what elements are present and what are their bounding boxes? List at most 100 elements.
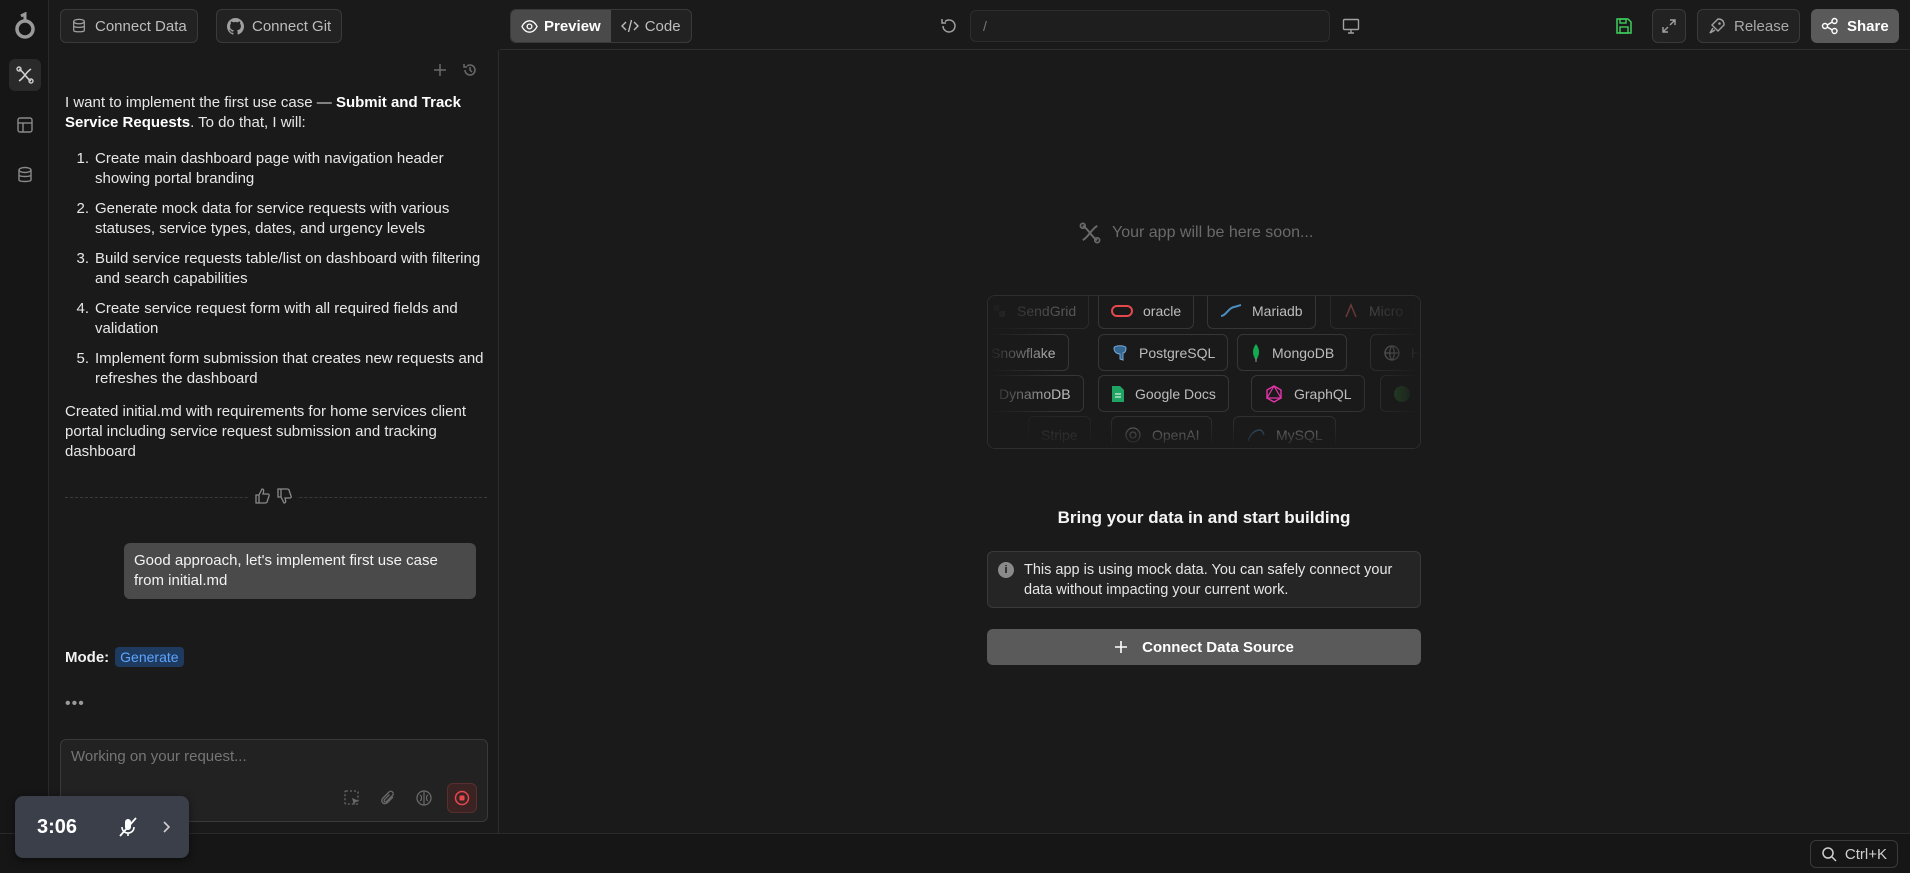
- integration-label: Snowflake: [991, 344, 1056, 361]
- integration-label: Micro: [1369, 302, 1404, 319]
- integration-chip: [1380, 375, 1420, 412]
- integration-label: MongoDB: [1272, 344, 1335, 361]
- integrations-carousel: SendGrid oracle Mariadb Micro Snowflake …: [987, 295, 1421, 449]
- notice-text: This app is using mock data. You can saf…: [1024, 562, 1393, 598]
- reload-button[interactable]: [932, 9, 966, 43]
- mode-row: Mode: Generate: [65, 647, 184, 667]
- preview-topbar: Preview Code / Release Share: [500, 0, 1910, 50]
- attach-button[interactable]: [375, 785, 401, 811]
- plan-steps: 1. Create main dashboard page with naviga…: [65, 149, 485, 399]
- integration-chip: Google Docs: [1098, 375, 1229, 412]
- github-icon: [227, 17, 244, 35]
- new-chat-plus-icon[interactable]: [432, 62, 448, 78]
- select-element-button[interactable]: [339, 785, 365, 811]
- share-button[interactable]: Share: [1811, 9, 1899, 43]
- mode-label: Mode:: [65, 648, 110, 666]
- rail-table-button[interactable]: [9, 109, 41, 141]
- integration-label: DynamoDB: [999, 385, 1071, 402]
- app-root: Connect Data Connect Git I want to imple…: [0, 0, 1910, 873]
- recording-widget[interactable]: 3:06: [15, 796, 189, 858]
- mock-data-notice: i This app is using mock data. You can s…: [987, 551, 1421, 608]
- device-toggle-button[interactable]: [1334, 9, 1368, 43]
- assistant-summary: Created initial.md with requirements for…: [65, 403, 466, 460]
- save-button[interactable]: [1607, 9, 1641, 43]
- rail-ai-button[interactable]: [9, 59, 41, 91]
- input-actions: [339, 783, 477, 813]
- connect-git-label: Connect Git: [252, 17, 332, 35]
- sendgrid-icon: [993, 304, 1005, 317]
- url-bar[interactable]: /: [970, 10, 1330, 42]
- globe-icon: [1384, 344, 1400, 361]
- mic-muted-icon[interactable]: [117, 816, 139, 838]
- integration-chip: MongoDB: [1237, 334, 1348, 371]
- select-area-icon: [344, 790, 359, 805]
- mongodb-icon: [1253, 343, 1259, 362]
- plan-step: 2. Generate mock data for service request…: [65, 199, 485, 239]
- connect-git-button[interactable]: Connect Git: [216, 9, 343, 43]
- connect-data-source-button[interactable]: Connect Data Source: [987, 629, 1421, 665]
- code-tab-label: Code: [644, 17, 681, 35]
- step-text: Build service requests table/list on das…: [95, 250, 481, 287]
- rail-database-button[interactable]: [9, 159, 41, 191]
- release-button[interactable]: Release: [1697, 9, 1801, 43]
- database-icon: [73, 18, 85, 33]
- brain-icon: [416, 790, 432, 806]
- integration-logo-icon: [1394, 385, 1410, 402]
- ai-sparkle-icon: [1079, 222, 1101, 244]
- plus-icon: [1115, 641, 1128, 653]
- plan-step: 4. Create service request form with all r…: [65, 299, 485, 339]
- plan-step: 1. Create main dashboard page with naviga…: [65, 149, 485, 189]
- left-rail: [0, 0, 49, 873]
- step-number: 3.: [76, 250, 89, 267]
- reload-icon: [941, 19, 956, 33]
- ai-model-button[interactable]: [411, 785, 437, 811]
- integration-chip: Micro: [1330, 296, 1417, 329]
- oracle-icon: [1111, 304, 1133, 317]
- thumbs-down-icon[interactable]: [275, 487, 293, 505]
- integration-label: Mariadb: [1252, 302, 1303, 319]
- command-search-button[interactable]: Ctrl+K: [1809, 840, 1898, 868]
- code-tab[interactable]: Code: [611, 10, 691, 42]
- intro-prefix: I want to implement the first use case —: [65, 94, 336, 111]
- chevron-right-icon[interactable]: [159, 820, 173, 834]
- search-shortcut: Ctrl+K: [1844, 845, 1887, 863]
- integration-chip: Snowflake: [988, 334, 1069, 371]
- chat-input[interactable]: [71, 748, 471, 765]
- integration-label: OpenAI: [1152, 426, 1200, 443]
- mysql-icon: [1247, 428, 1265, 441]
- share-label: Share: [1847, 17, 1889, 35]
- release-label: Release: [1734, 17, 1790, 35]
- integration-label: Google Docs: [1135, 385, 1216, 402]
- step-text: Create main dashboard page with navigati…: [95, 150, 444, 187]
- step-number: 5.: [76, 350, 89, 367]
- integration-chip: OpenAI: [1111, 416, 1213, 448]
- fullscreen-button[interactable]: [1652, 9, 1686, 43]
- chat-panel: I want to implement the first use case —…: [49, 50, 546, 833]
- app-logo-icon[interactable]: [12, 12, 38, 40]
- connect-data-button[interactable]: Connect Data: [60, 9, 198, 43]
- info-icon: i: [998, 562, 1014, 578]
- history-icon[interactable]: [462, 62, 478, 78]
- view-toggle: Preview Code: [510, 9, 692, 43]
- integration-label: HT: [1411, 344, 1421, 361]
- integration-chip: Mariadb: [1207, 296, 1316, 329]
- stop-generation-button[interactable]: [447, 783, 477, 813]
- postgresql-icon: [1113, 344, 1127, 361]
- integration-chip: DynamoDB: [988, 375, 1084, 412]
- plan-step: 5. Implement form submission that creates…: [65, 349, 485, 389]
- chat-tools: [432, 62, 478, 78]
- step-text: Create service request form with all req…: [95, 300, 458, 337]
- typing-indicator: •••: [65, 695, 85, 712]
- preview-tab[interactable]: Preview: [511, 10, 611, 42]
- mode-badge: Generate: [115, 647, 184, 667]
- placeholder-text: Your app will be here soon...: [1112, 224, 1314, 241]
- user-message-bubble: Good approach, let's implement first use…: [124, 543, 476, 599]
- thumbs-up-icon[interactable]: [253, 487, 271, 505]
- microsoft-sql-icon: [1345, 302, 1357, 317]
- recording-time: 3:06: [37, 815, 78, 838]
- integration-chip: HT: [1370, 334, 1421, 371]
- mariadb-icon: [1220, 303, 1242, 317]
- expand-icon: [1662, 19, 1676, 33]
- stop-icon: [454, 790, 470, 806]
- paperclip-icon: [381, 790, 394, 805]
